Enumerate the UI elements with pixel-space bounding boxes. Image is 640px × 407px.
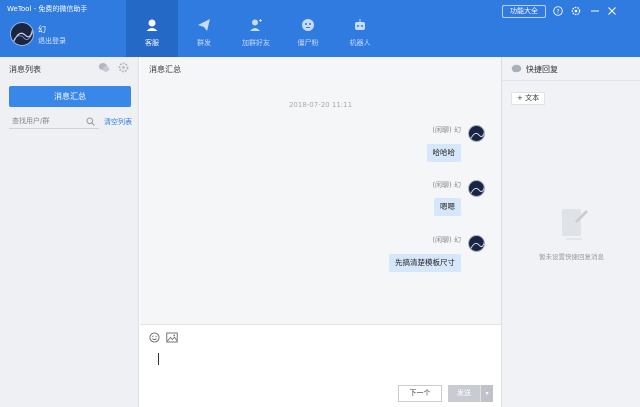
nav-label: 群发 bbox=[197, 39, 211, 47]
settings-icon[interactable] bbox=[570, 5, 582, 17]
send-button[interactable]: 发送 bbox=[448, 385, 480, 402]
zombie-icon bbox=[302, 19, 314, 31]
nav-label: 加群好友 bbox=[242, 39, 270, 47]
nav-item-robot[interactable]: 机器人 bbox=[334, 0, 386, 57]
message-list-panel: 消息列表 消息汇总 查找用户/群 清空列表 bbox=[0, 57, 139, 407]
text-cursor bbox=[158, 353, 159, 365]
chat-title: 消息汇总 bbox=[149, 65, 181, 74]
quick-reply-panel: 快捷回复 + 文本 暂未设置快捷回复消息 bbox=[501, 57, 640, 407]
add-friend-icon bbox=[250, 19, 262, 31]
robot-icon bbox=[355, 19, 365, 30]
message-bubble[interactable]: 先搞清楚模板尺寸 bbox=[389, 254, 461, 272]
chat-bubble-icon bbox=[511, 64, 522, 73]
message-sender: (闲聊) 幻 bbox=[432, 236, 461, 244]
search-icon[interactable] bbox=[86, 117, 95, 126]
add-text-button[interactable]: + 文本 bbox=[511, 92, 546, 105]
top-bar: WeTool - 免费的微信助手 幻 退出登录 客服 群发 加群好友 僵尸粉 机… bbox=[0, 0, 640, 57]
nav-item-add-friends[interactable]: 加群好友 bbox=[230, 0, 282, 57]
message-sender: (闲聊) 幻 bbox=[432, 126, 461, 134]
emoji-icon[interactable] bbox=[149, 332, 160, 343]
nav-label: 僵尸粉 bbox=[297, 39, 319, 47]
send-options-dropdown[interactable]: ▾ bbox=[480, 385, 493, 402]
nav-item-broadcast[interactable]: 群发 bbox=[178, 0, 230, 57]
panel-title: 消息列表 bbox=[9, 65, 41, 74]
empty-state-text: 暂未设置快捷回复消息 bbox=[539, 253, 604, 261]
panel-tools bbox=[98, 62, 129, 73]
nav-label: 客服 bbox=[145, 39, 159, 47]
help-icon[interactable]: ? bbox=[552, 5, 564, 17]
message-bubble[interactable]: 嗯嗯 bbox=[434, 198, 461, 216]
message-bubble[interactable]: 哈哈哈 bbox=[426, 144, 461, 162]
nav-label: 机器人 bbox=[349, 39, 371, 47]
message-composer[interactable]: 下一个 发送 ▾ bbox=[140, 324, 501, 407]
avatar[interactable] bbox=[468, 180, 485, 197]
svg-text:?: ? bbox=[556, 8, 559, 15]
gear-icon[interactable] bbox=[118, 62, 129, 73]
main-nav: 客服 群发 加群好友 僵尸粉 机器人 bbox=[126, 0, 386, 57]
next-button[interactable]: 下一个 bbox=[398, 385, 442, 402]
minimize-icon[interactable] bbox=[589, 5, 601, 17]
empty-note-icon bbox=[562, 209, 588, 240]
avatar[interactable] bbox=[10, 22, 34, 46]
close-icon[interactable] bbox=[606, 5, 618, 17]
user-name: 幻 bbox=[38, 25, 46, 34]
feature-list-button[interactable]: 功能大全 bbox=[502, 5, 546, 18]
headset-icon bbox=[146, 19, 158, 31]
message-timestamp: 2018-07-20 11:11 bbox=[288, 101, 353, 109]
avatar[interactable] bbox=[468, 235, 485, 252]
message-sender: (闲聊) 幻 bbox=[432, 181, 461, 189]
nav-item-zombie-fans[interactable]: 僵尸粉 bbox=[282, 0, 334, 57]
message-summary-button[interactable]: 消息汇总 bbox=[9, 86, 131, 107]
nav-item-customer-service[interactable]: 客服 bbox=[126, 0, 178, 57]
logout-link[interactable]: 退出登录 bbox=[38, 36, 66, 46]
quick-reply-header: 快捷回复 bbox=[502, 57, 640, 81]
app-title: WeTool - 免费的微信助手 bbox=[7, 5, 88, 13]
quick-reply-title: 快捷回复 bbox=[526, 65, 558, 74]
clear-list-link[interactable]: 清空列表 bbox=[104, 117, 132, 127]
wechat-icon[interactable] bbox=[98, 62, 110, 73]
avatar[interactable] bbox=[468, 125, 485, 142]
image-icon[interactable] bbox=[166, 332, 178, 343]
paper-plane-icon bbox=[198, 19, 210, 31]
